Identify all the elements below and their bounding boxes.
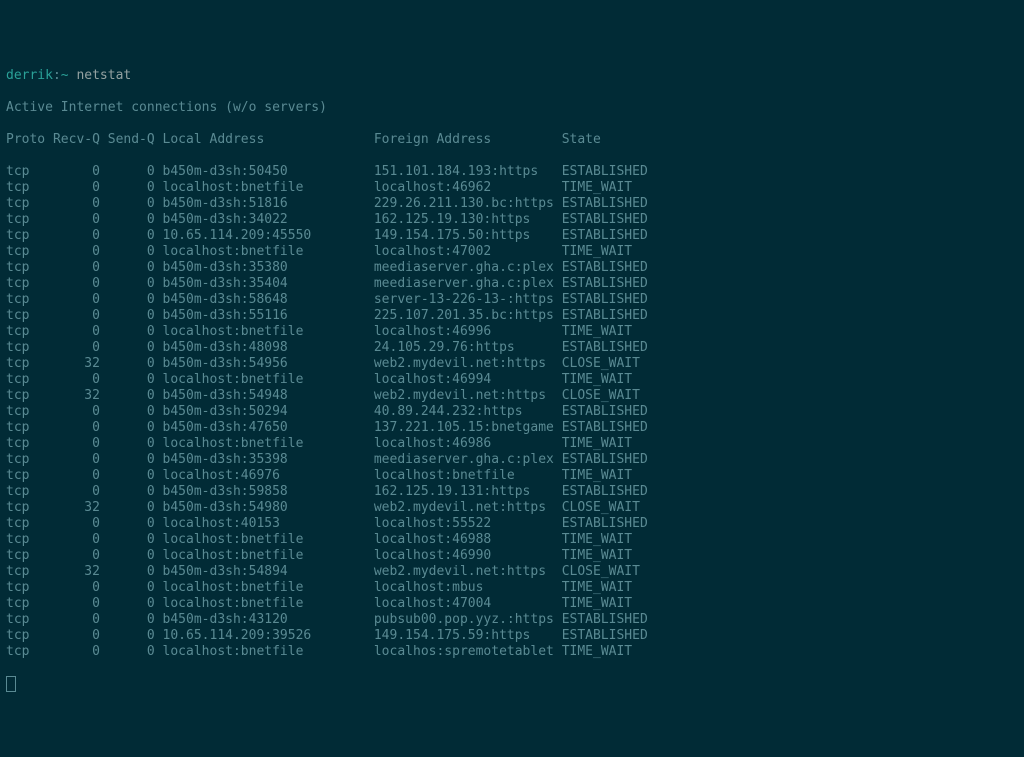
table-row: tcp 32 0 b450m-d3sh:54956 web2.mydevil.n… bbox=[6, 356, 1018, 372]
table-row: tcp 0 0 10.65.114.209:45550 149.154.175.… bbox=[6, 228, 1018, 244]
table-row: tcp 0 0 localhost:bnetfile localhost:470… bbox=[6, 244, 1018, 260]
table-row: tcp 0 0 b450m-d3sh:55116 225.107.201.35.… bbox=[6, 308, 1018, 324]
table-row: tcp 0 0 b450m-d3sh:43120 pubsub00.pop.yy… bbox=[6, 612, 1018, 628]
table-row: tcp 0 0 localhost:bnetfile localhost:469… bbox=[6, 436, 1018, 452]
table-row: tcp 0 0 b450m-d3sh:35398 meediaserver.gh… bbox=[6, 452, 1018, 468]
table-row: tcp 0 0 b450m-d3sh:50450 151.101.184.193… bbox=[6, 164, 1018, 180]
table-row: tcp 32 0 b450m-d3sh:54948 web2.mydevil.n… bbox=[6, 388, 1018, 404]
table-row: tcp 0 0 localhost:bnetfile localhos:spre… bbox=[6, 644, 1018, 660]
command-text: netstat bbox=[76, 68, 131, 83]
table-row: tcp 0 0 b450m-d3sh:35380 meediaserver.gh… bbox=[6, 260, 1018, 276]
table-row: tcp 0 0 10.65.114.209:39526 149.154.175.… bbox=[6, 628, 1018, 644]
table-row: tcp 0 0 b450m-d3sh:50294 40.89.244.232:h… bbox=[6, 404, 1018, 420]
column-header: Proto Recv-Q Send-Q Local Address Foreig… bbox=[6, 132, 1018, 148]
header-active-connections: Active Internet connections (w/o servers… bbox=[6, 100, 1018, 116]
table-row: tcp 0 0 localhost:bnetfile localhost:469… bbox=[6, 548, 1018, 564]
prompt-sep: : bbox=[53, 68, 61, 83]
table-row: tcp 0 0 localhost:46976 localhost:bnetfi… bbox=[6, 468, 1018, 484]
table-row: tcp 0 0 localhost:bnetfile localhost:469… bbox=[6, 324, 1018, 340]
table-row: tcp 0 0 b450m-d3sh:35404 meediaserver.gh… bbox=[6, 276, 1018, 292]
table-row: tcp 0 0 b450m-d3sh:51816 229.26.211.130.… bbox=[6, 196, 1018, 212]
table-row: tcp 32 0 b450m-d3sh:54894 web2.mydevil.n… bbox=[6, 564, 1018, 580]
table-row: tcp 0 0 b450m-d3sh:34022 162.125.19.130:… bbox=[6, 212, 1018, 228]
connection-table: tcp 0 0 b450m-d3sh:50450 151.101.184.193… bbox=[6, 164, 1018, 660]
table-row: tcp 0 0 localhost:bnetfile localhost:470… bbox=[6, 596, 1018, 612]
table-row: tcp 0 0 localhost:bnetfile localhost:469… bbox=[6, 372, 1018, 388]
table-row: tcp 0 0 localhost:bnetfile localhost:469… bbox=[6, 180, 1018, 196]
table-row: tcp 0 0 b450m-d3sh:59858 162.125.19.131:… bbox=[6, 484, 1018, 500]
prompt-path: ~ bbox=[61, 68, 69, 83]
table-row: tcp 0 0 b450m-d3sh:58648 server-13-226-1… bbox=[6, 292, 1018, 308]
table-row: tcp 0 0 b450m-d3sh:47650 137.221.105.15:… bbox=[6, 420, 1018, 436]
table-row: tcp 32 0 b450m-d3sh:54980 web2.mydevil.n… bbox=[6, 500, 1018, 516]
prompt-line[interactable]: derrik:~ netstat bbox=[6, 68, 1018, 84]
cursor-icon bbox=[6, 676, 16, 692]
prompt-user: derrik bbox=[6, 68, 53, 83]
table-row: tcp 0 0 b450m-d3sh:48098 24.105.29.76:ht… bbox=[6, 340, 1018, 356]
table-row: tcp 0 0 localhost:bnetfile localhost:469… bbox=[6, 532, 1018, 548]
table-row: tcp 0 0 localhost:40153 localhost:55522 … bbox=[6, 516, 1018, 532]
table-row: tcp 0 0 localhost:bnetfile localhost:mbu… bbox=[6, 580, 1018, 596]
